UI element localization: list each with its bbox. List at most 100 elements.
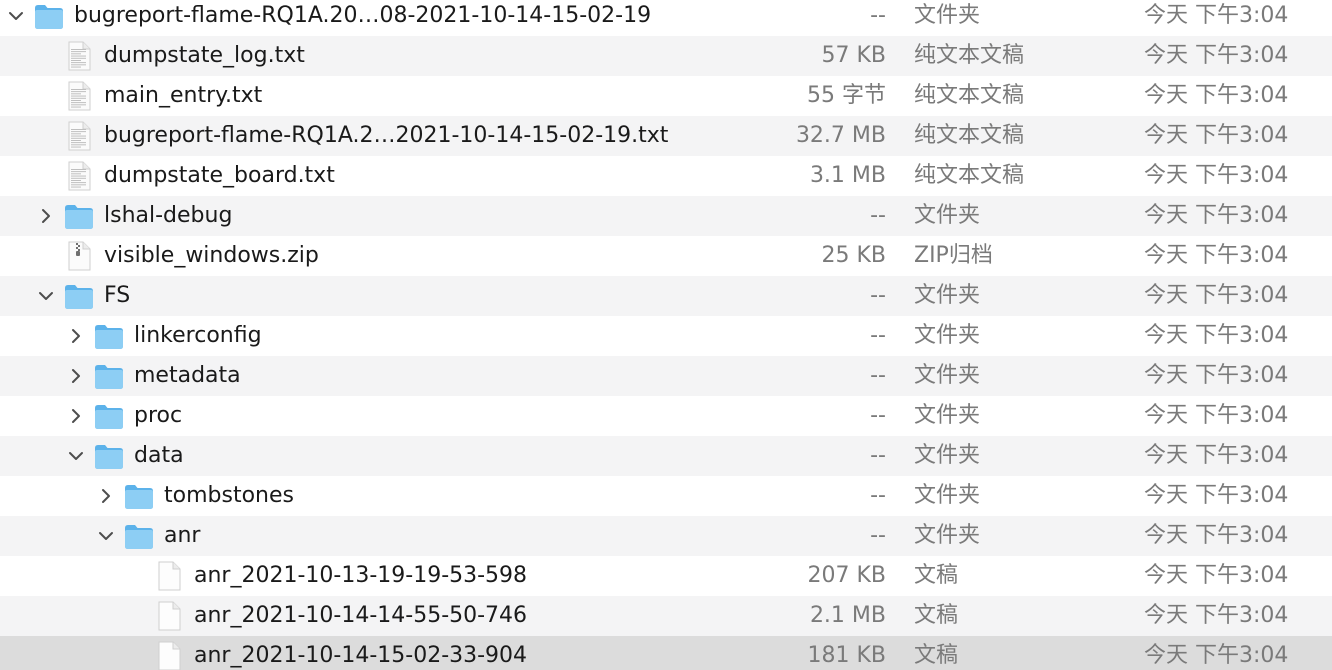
file-name: dumpstate_log.txt [104, 43, 305, 68]
chevron-right-icon[interactable] [66, 326, 86, 346]
file-row[interactable]: metadata -- 文件夹 今天 下午3:04 [0, 356, 1332, 396]
file-name: visible_windows.zip [104, 243, 319, 268]
file-size: -- [870, 363, 886, 388]
file-date-modified: 今天 下午3:04 [1144, 523, 1289, 548]
file-kind: 文稿 [914, 643, 959, 668]
chevron-right-icon[interactable] [96, 486, 116, 506]
blank-document-icon [154, 560, 184, 592]
text-document-icon [64, 40, 94, 72]
file-name: metadata [134, 363, 241, 388]
file-date-modified: 今天 下午3:04 [1144, 403, 1289, 428]
file-row[interactable]: anr_2021-10-13-19-19-53-598 207 KB 文稿 今天 下午… [0, 556, 1332, 596]
file-name: dumpstate_board.txt [104, 163, 335, 188]
file-row[interactable]: bugreport-flame-RQ1A.20…08-2021-10-14-15… [0, 0, 1332, 36]
file-date-modified: 今天 下午3:04 [1144, 563, 1289, 588]
file-name: bugreport-flame-RQ1A.2…2021-10-14-15-02-… [104, 123, 669, 148]
file-kind: 纯文本文稿 [914, 43, 1025, 68]
file-date-modified: 今天 下午3:04 [1144, 483, 1289, 508]
file-date-modified: 今天 下午3:04 [1144, 323, 1289, 348]
file-date-modified: 今天 下午3:04 [1144, 163, 1289, 188]
file-size: -- [870, 203, 886, 228]
chevron-right-icon[interactable] [66, 366, 86, 386]
file-kind: 文稿 [914, 603, 959, 628]
chevron-right-icon[interactable] [36, 206, 56, 226]
file-size: -- [870, 323, 886, 348]
folder-icon [94, 440, 124, 472]
blank-document-icon [154, 600, 184, 632]
file-kind: 文件夹 [914, 483, 981, 508]
file-row[interactable]: linkerconfig -- 文件夹 今天 下午3:04 [0, 316, 1332, 356]
blank-document-icon [154, 640, 184, 670]
file-row[interactable]: proc -- 文件夹 今天 下午3:04 [0, 396, 1332, 436]
file-date-modified: 今天 下午3:04 [1144, 643, 1289, 668]
file-date-modified: 今天 下午3:04 [1144, 123, 1289, 148]
folder-icon [64, 200, 94, 232]
file-name: data [134, 443, 184, 468]
file-name: FS [104, 283, 131, 308]
file-size: -- [870, 483, 886, 508]
file-row[interactable]: dumpstate_log.txt 57 KB 纯文本文稿 今天 下午3:04 [0, 36, 1332, 76]
chevron-down-icon[interactable] [66, 446, 86, 466]
folder-icon [34, 0, 64, 32]
file-name: tombstones [164, 483, 294, 508]
file-row[interactable]: main_entry.txt 55 字节 纯文本文稿 今天 下午3:04 [0, 76, 1332, 116]
file-kind: 文件夹 [914, 283, 981, 308]
text-document-icon [64, 160, 94, 192]
folder-icon [94, 320, 124, 352]
file-name: anr_2021-10-14-15-02-33-904 [194, 643, 528, 668]
file-kind: 纯文本文稿 [914, 163, 1025, 188]
file-kind: 文件夹 [914, 363, 981, 388]
file-name: anr [164, 523, 201, 548]
file-kind: 纯文本文稿 [914, 83, 1025, 108]
file-size: 25 KB [821, 243, 886, 268]
file-row[interactable]: data -- 文件夹 今天 下午3:04 [0, 436, 1332, 476]
file-date-modified: 今天 下午3:04 [1144, 243, 1289, 268]
file-kind: 文件夹 [914, 523, 981, 548]
file-row[interactable]: anr_2021-10-14-14-55-50-746 2.1 MB 文稿 今天 下午… [0, 596, 1332, 636]
file-name: bugreport-flame-RQ1A.20…08-2021-10-14-15… [74, 3, 652, 28]
file-row[interactable]: bugreport-flame-RQ1A.2…2021-10-14-15-02-… [0, 116, 1332, 156]
file-date-modified: 今天 下午3:04 [1144, 283, 1289, 308]
chevron-down-icon[interactable] [36, 286, 56, 306]
file-size: 207 KB [807, 563, 886, 588]
file-kind: 纯文本文稿 [914, 123, 1025, 148]
file-kind: 文件夹 [914, 323, 981, 348]
file-row[interactable]: dumpstate_board.txt 3.1 MB 纯文本文稿 今天 下午3:04 [0, 156, 1332, 196]
file-date-modified: 今天 下午3:04 [1144, 603, 1289, 628]
file-size: 3.1 MB [809, 163, 886, 188]
file-name: proc [134, 403, 183, 428]
file-name: anr_2021-10-14-14-55-50-746 [194, 603, 528, 628]
file-row[interactable]: anr -- 文件夹 今天 下午3:04 [0, 516, 1332, 556]
file-size: 32.7 MB [795, 123, 886, 148]
file-row[interactable]: tombstones -- 文件夹 今天 下午3:04 [0, 476, 1332, 516]
file-date-modified: 今天 下午3:04 [1144, 363, 1289, 388]
folder-icon [94, 360, 124, 392]
file-size: 57 KB [821, 43, 886, 68]
file-size: 55 字节 [807, 83, 886, 108]
file-date-modified: 今天 下午3:04 [1144, 203, 1289, 228]
file-date-modified: 今天 下午3:04 [1144, 83, 1289, 108]
file-date-modified: 今天 下午3:04 [1144, 43, 1289, 68]
zip-archive-icon [64, 240, 94, 272]
file-name: anr_2021-10-13-19-19-53-598 [194, 563, 528, 588]
file-size: -- [870, 403, 886, 428]
file-row[interactable]: anr_2021-10-14-15-02-33-904 181 KB 文稿 今天 下午… [0, 636, 1332, 670]
file-row[interactable]: lshal-debug -- 文件夹 今天 下午3:04 [0, 196, 1332, 236]
text-document-icon [64, 120, 94, 152]
chevron-down-icon[interactable] [6, 6, 26, 26]
chevron-down-icon[interactable] [96, 526, 116, 546]
file-size: 2.1 MB [809, 603, 886, 628]
file-name: linkerconfig [134, 323, 262, 348]
chevron-right-icon[interactable] [66, 406, 86, 426]
file-date-modified: 今天 下午3:04 [1144, 443, 1289, 468]
file-size: -- [870, 283, 886, 308]
file-name: main_entry.txt [104, 83, 263, 108]
folder-icon [124, 520, 154, 552]
file-size: -- [870, 523, 886, 548]
file-size: 181 KB [807, 643, 886, 668]
finder-file-list: bugreport-flame-RQ1A.20…08-2021-10-14-15… [0, 0, 1332, 670]
file-row[interactable]: FS -- 文件夹 今天 下午3:04 [0, 276, 1332, 316]
file-kind: ZIP归档 [914, 243, 993, 268]
file-row[interactable]: visible_windows.zip 25 KB ZIP归档 今天 下午3:04 [0, 236, 1332, 276]
file-kind: 文件夹 [914, 203, 981, 228]
